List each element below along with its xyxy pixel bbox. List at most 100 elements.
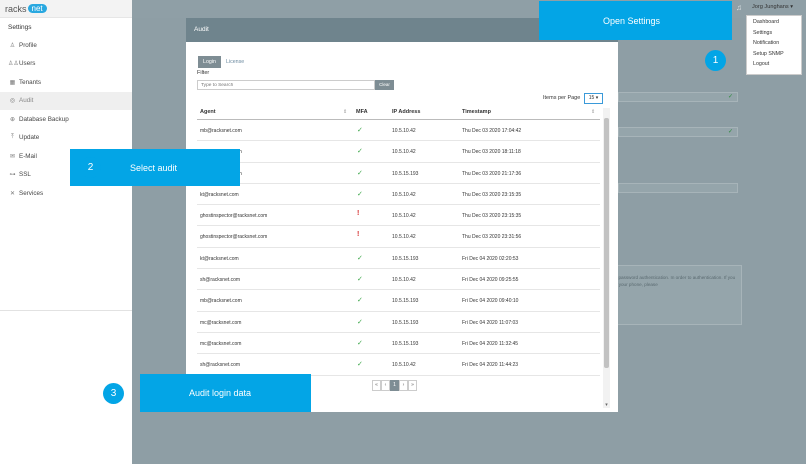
racksnet-logo[interactable]: racks net xyxy=(5,4,47,14)
cell-timestamp: Thu Dec 03 2020 23:15:35 xyxy=(462,213,522,220)
sidebar-section-title: Settings xyxy=(8,23,32,31)
cell-ip: 10.5.15.193 xyxy=(392,340,419,347)
check-icon: ✓ xyxy=(357,318,363,326)
menu-item-setup-snmp[interactable]: Setup SNMP xyxy=(747,51,801,62)
table-row: mc@racksnet.com ✓ 10.5.15.193 Fri Dec 04 20… xyxy=(197,333,600,355)
sidebar-item-label: SSL xyxy=(19,171,31,179)
background-note: less password authentication. In order t… xyxy=(606,265,742,325)
scroll-down-icon[interactable]: ▾ xyxy=(603,402,610,408)
check-icon: ✓ xyxy=(357,254,363,262)
menu-item-dashboard[interactable]: Dashboard xyxy=(747,19,801,30)
column-ip[interactable]: IP Address xyxy=(392,109,420,115)
update-icon: ⤒ xyxy=(11,134,14,141)
sidebar-item-audit[interactable]: ◎ Audit xyxy=(0,91,132,110)
user-icon: ♙ xyxy=(9,42,16,49)
user-menu[interactable]: Jorg Junghans ▾ xyxy=(752,4,793,10)
cell-agent: ghostinspector@racksnet.com xyxy=(200,234,268,241)
column-mfa[interactable]: MFA xyxy=(356,109,368,115)
check-icon: ✓ xyxy=(357,361,363,369)
tenants-icon: ▦ xyxy=(9,79,16,86)
tab-license[interactable]: License xyxy=(221,56,249,68)
page-1-button[interactable]: 1 xyxy=(390,380,399,391)
background-field xyxy=(618,183,738,193)
cell-timestamp: Fri Dec 04 2020 11:07:03 xyxy=(462,319,519,326)
cell-timestamp: Thu Dec 03 2020 17:04:42 xyxy=(462,128,522,134)
pagination: « ‹ 1 › » xyxy=(372,380,417,391)
sort-icon[interactable]: ⇕ xyxy=(591,109,595,115)
sort-icon[interactable]: ⇕ xyxy=(343,109,347,115)
scroll-thumb[interactable] xyxy=(604,118,609,368)
sidebar-item-label: Database Backup xyxy=(19,115,69,123)
cell-agent: mc@racksnet.com xyxy=(200,319,242,326)
check-icon: ✓ xyxy=(357,190,363,198)
key-icon: ⊶ xyxy=(9,172,16,179)
next-page-button[interactable]: › xyxy=(399,380,408,391)
sidebar-item-services[interactable]: ✕ Services xyxy=(0,184,132,203)
topbar-left: racks net xyxy=(0,0,132,18)
cell-agent: mb@racksnet.com xyxy=(200,128,242,134)
audit-tabs: Login License xyxy=(198,56,249,68)
sidebar-item-label: Tenants xyxy=(19,78,42,86)
cell-timestamp: Fri Dec 04 2020 11:44:23 xyxy=(462,362,519,369)
table-row: ghostinspector@racksnet.com! 10.5.10.42 Th… xyxy=(197,226,600,248)
cell-timestamp: Thu Dec 03 2020 18:11:18 xyxy=(462,149,521,156)
cell-agent: mc@racksnet.com xyxy=(200,340,242,347)
table-row: kt@racksnet.com ✓ 10.5.10.42 Thu Dec 03 202… xyxy=(197,184,600,206)
cell-ip: 10.5.15.193 xyxy=(392,255,419,262)
menu-item-notification[interactable]: Notification xyxy=(747,40,801,51)
background-field xyxy=(618,92,738,102)
cell-agent: sh@racksnet.com xyxy=(200,277,241,284)
column-timestamp[interactable]: Timestamp xyxy=(462,109,491,115)
tab-login[interactable]: Login xyxy=(198,56,221,68)
first-page-button[interactable]: « xyxy=(372,380,381,391)
eye-icon: ◎ xyxy=(9,98,16,105)
table-row: mb@racksnet.com✓10.5.10.42Thu Dec 03 202… xyxy=(197,141,600,163)
cell-agent: kt@racksnet.com xyxy=(200,255,239,262)
sidebar-item-label: Audit xyxy=(19,97,34,105)
cell-timestamp: Thu Dec 03 2020 21:17:36 xyxy=(462,170,522,177)
table-row: mb@racksnet.com✓10.5.15.193Thu Dec 03 20… xyxy=(197,163,600,184)
cell-ip: 10.5.10.42 xyxy=(392,128,416,134)
sidebar-item-users[interactable]: ♙♙ Users xyxy=(0,55,132,74)
check-icon: ✓ xyxy=(728,129,734,135)
sidebar-divider xyxy=(0,310,132,311)
cell-timestamp: Thu Dec 03 2020 23:31:56 xyxy=(462,234,522,241)
scrollbar[interactable]: ▾ xyxy=(603,108,610,408)
callout-audit-login-data: Audit login data xyxy=(140,374,311,412)
cell-ip: 10.5.10.42 xyxy=(392,149,416,156)
column-agent[interactable]: Agent xyxy=(200,109,216,115)
sidebar-item-database-backup[interactable]: ⊕ Database Backup xyxy=(0,110,132,129)
table-row: sh@racksnet.com ✓ 10.5.10.42 Fri Dec 04 202… xyxy=(197,269,600,291)
warning-icon: ! xyxy=(357,210,360,218)
cell-agent: sh@racksnet.com xyxy=(200,362,241,369)
logo-text: racks xyxy=(5,3,27,14)
background-field xyxy=(618,127,738,137)
last-page-button[interactable]: » xyxy=(408,380,417,391)
sidebar-item-label: E-Mail xyxy=(19,152,37,160)
menu-item-settings[interactable]: Settings xyxy=(747,30,801,41)
sidebar-item-profile[interactable]: ♙ Profile xyxy=(0,36,132,55)
cell-timestamp: Fri Dec 04 2020 09:25:55 xyxy=(462,277,519,284)
audit-table-body: mb@racksnet.com ✓ 10.5.10.42 Thu Dec 03 202… xyxy=(197,120,600,376)
menu-item-logout[interactable]: Logout xyxy=(747,61,801,72)
table-row: kt@racksnet.com ✓ 10.5.15.193 Fri Dec 04 20… xyxy=(197,248,600,270)
callout-number-1: 1 xyxy=(705,50,726,71)
filter-label: Filter xyxy=(197,70,210,76)
items-per-page-select[interactable]: 15 ▾ xyxy=(584,93,603,104)
items-per-page-label: Items per Page xyxy=(543,95,581,101)
cell-timestamp: Thu Dec 03 2020 23:15:35 xyxy=(462,191,522,198)
clear-button[interactable]: Clear xyxy=(375,80,394,90)
callout-number-3: 3 xyxy=(103,383,124,404)
cell-ip: 10.5.10.42 xyxy=(392,362,416,369)
sidebar-item-update[interactable]: ⤒ Update xyxy=(0,129,132,148)
prev-page-button[interactable]: ‹ xyxy=(381,380,390,391)
mail-icon: ✉ xyxy=(9,153,16,160)
cell-ip: 10.5.10.42 xyxy=(392,277,416,284)
user-dropdown: Dashboard Settings Notification Setup SNMP L… xyxy=(746,15,802,75)
cell-agent: ghostinspector@racksnet.com xyxy=(200,213,268,220)
users-icon: ♙♙ xyxy=(8,61,19,68)
bell-icon[interactable]: ♫ xyxy=(736,3,742,12)
sidebar-item-tenants[interactable]: ▦ Tenants xyxy=(0,73,132,92)
filter-input[interactable] xyxy=(197,80,375,90)
check-icon: ✓ xyxy=(728,94,734,100)
